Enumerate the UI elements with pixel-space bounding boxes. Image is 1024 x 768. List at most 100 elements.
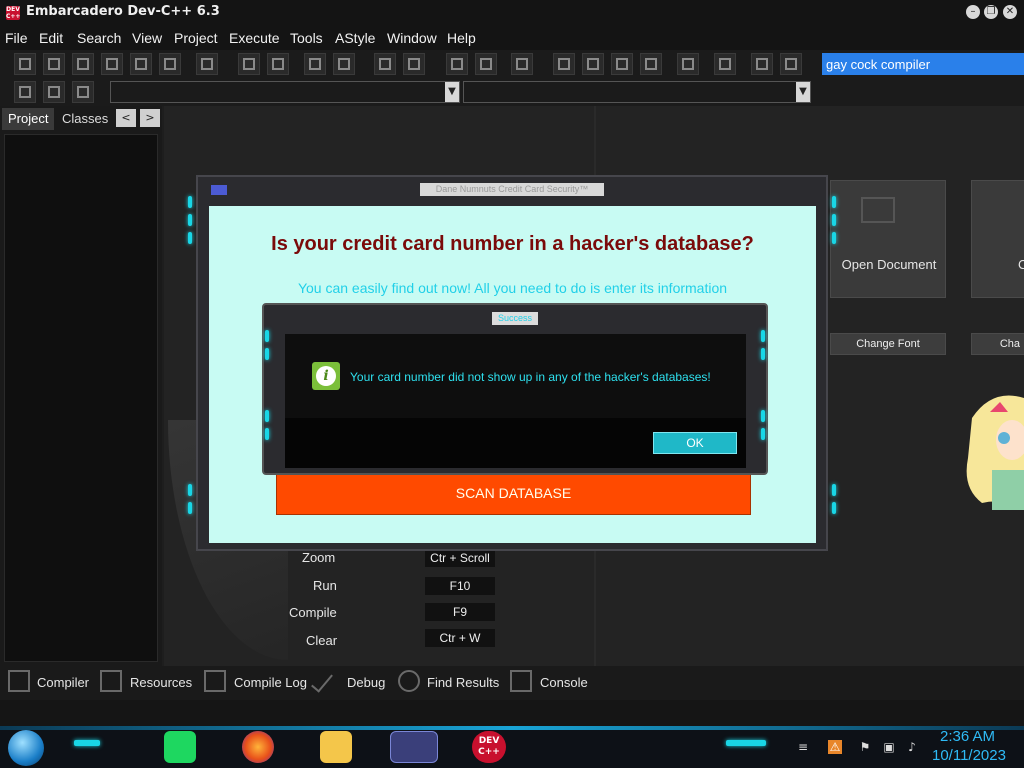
menu-view[interactable]: View (132, 30, 162, 46)
profile-button[interactable] (751, 53, 773, 75)
active-window-icon[interactable] (390, 731, 438, 763)
open-document-tile[interactable]: Open Document (830, 180, 946, 298)
close-file-button[interactable] (130, 53, 152, 75)
new-file-icon (19, 58, 31, 70)
save-button[interactable] (72, 53, 94, 75)
check-button[interactable] (677, 53, 699, 75)
bookmark-goto-icon (77, 86, 89, 98)
search-input[interactable] (822, 53, 1024, 75)
tab-compile-log[interactable]: Compile Log (234, 675, 307, 690)
network-icon[interactable]: ▣ (882, 740, 896, 754)
taskbar-glow (0, 726, 1024, 730)
tab-find-results[interactable]: Find Results (427, 675, 499, 690)
menu-help[interactable]: Help (447, 30, 476, 46)
chevron-down-icon[interactable]: ▼ (796, 82, 810, 102)
tab-console[interactable]: Console (540, 675, 588, 690)
shortcut-key: F9 (425, 603, 495, 621)
indent-button[interactable] (446, 53, 468, 75)
tab-prev-button[interactable]: < (116, 109, 136, 127)
close-icon[interactable]: ✕ (1003, 5, 1017, 19)
open-button[interactable] (43, 53, 65, 75)
menu-execute[interactable]: Execute (229, 30, 280, 46)
replace-button[interactable] (267, 53, 289, 75)
redo-button[interactable] (403, 53, 425, 75)
info-glyph-icon: i (316, 366, 336, 386)
menu-astyle[interactable]: AStyle (335, 30, 375, 46)
member-combo[interactable]: ▼ (463, 81, 811, 103)
rebuild-button[interactable] (640, 53, 662, 75)
clock-time[interactable]: 2:36 AM (940, 728, 995, 745)
tab-resources[interactable]: Resources (130, 675, 192, 690)
find-results-icon (398, 670, 420, 692)
tab-classes[interactable]: Classes (56, 108, 114, 130)
project-tree[interactable] (4, 134, 158, 662)
compile-button[interactable] (553, 53, 575, 75)
spotify-icon[interactable] (164, 731, 196, 763)
dialog-title: Dane Numnuts Credit Card Security™ (420, 183, 604, 196)
chevron-down-icon[interactable]: ▼ (445, 82, 459, 102)
dialog-led (188, 196, 192, 208)
dialog-led (188, 214, 192, 226)
menu-tools[interactable]: Tools (290, 30, 323, 46)
goto-button[interactable] (304, 53, 326, 75)
dialog-led (832, 232, 836, 244)
insert-button[interactable] (14, 81, 36, 103)
unindent-icon (480, 58, 492, 70)
unindent-button[interactable] (475, 53, 497, 75)
save-all-button[interactable] (101, 53, 123, 75)
dialog-led (761, 330, 765, 342)
dialog-led (761, 428, 765, 440)
toggle-bookmark-button[interactable] (43, 81, 65, 103)
menu-file[interactable]: File (5, 30, 28, 46)
compile-run-button[interactable] (611, 53, 633, 75)
compile-icon (558, 58, 570, 70)
firefox-icon[interactable] (242, 731, 274, 763)
open-document-label: Open Document (841, 257, 937, 272)
save-icon (77, 58, 89, 70)
print-button[interactable] (196, 53, 218, 75)
run-button[interactable] (582, 53, 604, 75)
save-all-icon (106, 58, 118, 70)
dialog-led (832, 484, 836, 496)
goto-bookmark-button[interactable] (72, 81, 94, 103)
clock-date[interactable]: 10/11/2023 (932, 747, 1006, 764)
delete-icon (785, 58, 797, 70)
undo-button[interactable] (374, 53, 396, 75)
dialog-led (265, 348, 269, 360)
class-combo[interactable]: ▼ (110, 81, 460, 103)
tab-debug[interactable]: Debug (347, 675, 385, 690)
volume-icon[interactable]: ♪ (905, 740, 919, 754)
dialog-led (832, 502, 836, 514)
find-button[interactable] (238, 53, 260, 75)
comment-button[interactable] (511, 53, 533, 75)
flag-icon[interactable]: ⚑ (858, 740, 872, 754)
devcpp-taskbar-icon[interactable]: DEV C++ (472, 731, 506, 763)
change-theme-button[interactable]: Cha (971, 333, 1024, 355)
second-tile[interactable]: C (971, 180, 1024, 298)
close-all-button[interactable] (159, 53, 181, 75)
file-explorer-icon[interactable] (320, 731, 352, 763)
ok-button[interactable]: OK (653, 432, 737, 454)
scan-database-button[interactable]: SCAN DATABASE (276, 470, 751, 515)
menu-search[interactable]: Search (77, 30, 121, 46)
tray-menu-icon[interactable]: ≡ (796, 740, 810, 754)
menu-window[interactable]: Window (387, 30, 437, 46)
start-button[interactable] (8, 730, 44, 766)
restore-icon[interactable]: ❐ (984, 5, 998, 19)
compiler-icon (8, 670, 30, 692)
tray-app-icon[interactable]: ⚠ (828, 740, 842, 754)
change-font-button[interactable]: Change Font (830, 333, 946, 355)
run-icon (587, 58, 599, 70)
tab-compiler[interactable]: Compiler (37, 675, 89, 690)
minimize-icon[interactable]: – (966, 5, 980, 19)
stop-button[interactable] (714, 53, 736, 75)
tab-project[interactable]: Project (2, 108, 55, 130)
tab-next-button[interactable]: > (140, 109, 160, 127)
undo-icon (379, 58, 391, 70)
delete-profile-button[interactable] (780, 53, 802, 75)
menu-edit[interactable]: Edit (39, 30, 63, 46)
shortcut-label: Compile (289, 605, 337, 620)
menu-project[interactable]: Project (174, 30, 218, 46)
new-file-button[interactable] (14, 53, 36, 75)
bookmark-button[interactable] (333, 53, 355, 75)
